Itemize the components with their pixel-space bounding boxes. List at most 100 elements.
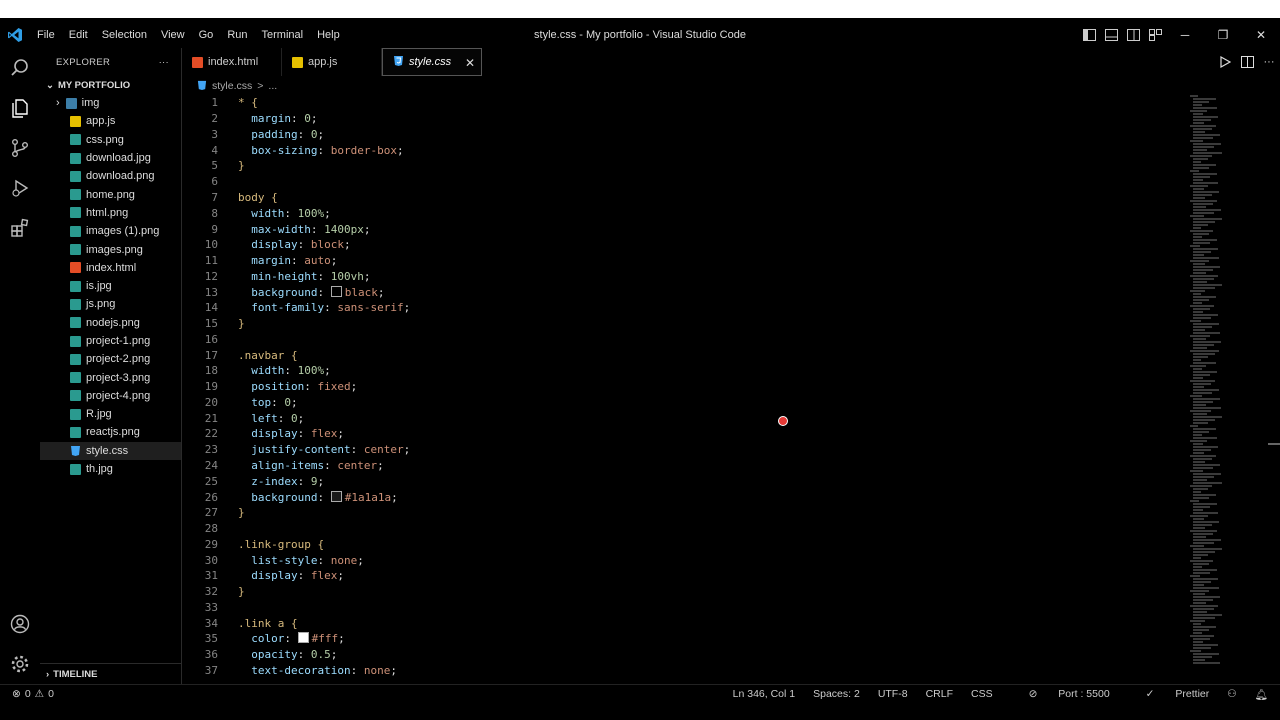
- manage-gear-icon[interactable]: [0, 644, 40, 684]
- tree-item[interactable]: project-2.png: [40, 350, 181, 368]
- run-debug-icon[interactable]: [0, 168, 40, 208]
- minimap-line: [1193, 167, 1209, 169]
- line-number: 12: [204, 269, 218, 283]
- code-line: 13 background: black;: [182, 284, 1182, 300]
- tree-item[interactable]: project-3.png: [40, 368, 181, 386]
- code-editor[interactable]: 1 * {2 margin: 0; 3 padding: 0; 4 box-sizin…: [182, 95, 1182, 684]
- language-mode[interactable]: CSS: [971, 688, 993, 700]
- close-window-button[interactable]: ✕: [1242, 22, 1280, 48]
- explorer-more-button[interactable]: ···: [159, 57, 169, 68]
- search-icon[interactable]: [0, 48, 40, 88]
- code-line: 5}: [182, 158, 1182, 174]
- tree-item[interactable]: images (1).png: [40, 222, 181, 240]
- accounts-icon[interactable]: [0, 604, 40, 644]
- feedback-icon[interactable]: ⚇: [1227, 688, 1236, 700]
- img-file-icon: [70, 408, 81, 420]
- minimap-line: [1193, 227, 1201, 229]
- tree-item[interactable]: home.png: [40, 185, 181, 203]
- timeline-section[interactable]: › TIMELINE: [40, 663, 181, 684]
- warning-count: 0: [48, 688, 54, 700]
- tree-item[interactable]: th.jpg: [40, 460, 181, 478]
- menu-go[interactable]: Go: [192, 29, 221, 41]
- minimap-line: [1193, 413, 1207, 415]
- tree-item[interactable]: › img: [40, 94, 181, 112]
- toggle-panel-icon[interactable]: [1100, 22, 1122, 48]
- restore-button[interactable]: ❐: [1204, 22, 1242, 48]
- toggle-primary-sidebar-icon[interactable]: [1078, 22, 1100, 48]
- more-actions-icon[interactable]: ···: [1258, 49, 1280, 75]
- cursor-position[interactable]: Ln 346, Col 1: [733, 688, 795, 700]
- code-line: 27}: [182, 505, 1182, 521]
- code-text: left: 0;: [251, 411, 305, 425]
- tree-item[interactable]: project-1.png: [40, 332, 181, 350]
- tree-item[interactable]: html.png: [40, 204, 181, 222]
- minimap-line: [1193, 323, 1219, 325]
- workspace-folder[interactable]: ⌄ MY PORTFOLIO: [40, 76, 181, 94]
- encoding[interactable]: UTF-8: [878, 688, 908, 700]
- tree-item[interactable]: project-4.png: [40, 387, 181, 405]
- prettier-status[interactable]: ✓ Prettier: [1128, 688, 1210, 700]
- minimap-line: [1193, 509, 1203, 511]
- menu-help[interactable]: Help: [310, 29, 347, 41]
- tree-item[interactable]: app.js: [40, 112, 181, 130]
- menu-edit[interactable]: Edit: [62, 29, 95, 41]
- tree-item[interactable]: nodejs.png: [40, 314, 181, 332]
- breadcrumb-symbols[interactable]: ...: [268, 80, 277, 92]
- code-text: display: flex;: [251, 569, 344, 583]
- explorer-title: EXPLORER: [56, 56, 111, 68]
- indentation[interactable]: Spaces: 2: [813, 688, 860, 700]
- minimap[interactable]: [1190, 95, 1250, 684]
- minimap-line: [1193, 287, 1215, 289]
- line-number: 4: [211, 143, 218, 157]
- minimap-line: [1193, 311, 1203, 313]
- live-server-port-label: Port : 5500: [1058, 688, 1110, 700]
- extensions-icon[interactable]: [0, 208, 40, 248]
- tree-item[interactable]: images.png: [40, 240, 181, 258]
- tree-item[interactable]: css.png: [40, 131, 181, 149]
- line-number: 29: [204, 537, 218, 551]
- error-count: 0: [24, 688, 31, 700]
- source-control-icon[interactable]: [0, 128, 40, 168]
- scrollbar-thumb[interactable]: [1268, 443, 1280, 445]
- menu-view[interactable]: View: [154, 29, 192, 41]
- toggle-secondary-sidebar-icon[interactable]: [1122, 22, 1144, 48]
- minimap-line: [1193, 407, 1221, 409]
- problems-indicator[interactable]: ⊗ 0 ⚠ 0: [0, 688, 54, 700]
- breadcrumb-file[interactable]: style.css: [212, 80, 252, 92]
- end-of-line[interactable]: CRLF: [926, 688, 953, 700]
- tree-item[interactable]: is.jpg: [40, 277, 181, 295]
- run-code-icon[interactable]: [1214, 49, 1236, 75]
- tree-item[interactable]: download.png: [40, 167, 181, 185]
- tab-index-html[interactable]: index.html: [182, 48, 282, 76]
- close-tab-icon[interactable]: ✕: [465, 56, 475, 70]
- menu-terminal[interactable]: Terminal: [255, 29, 311, 41]
- tree-item[interactable]: index.html: [40, 259, 181, 277]
- tree-item[interactable]: R.jpg: [40, 405, 181, 423]
- html-file-icon: [70, 262, 81, 274]
- explorer-icon[interactable]: [0, 88, 40, 128]
- split-editor-icon[interactable]: [1236, 49, 1258, 75]
- live-server-port[interactable]: ⊘ Port : 5500: [1011, 688, 1110, 700]
- minimap-line: [1193, 638, 1210, 640]
- tree-item[interactable]: reactjs.png: [40, 423, 181, 441]
- customize-layout-icon[interactable]: [1144, 22, 1166, 48]
- minimap-line: [1193, 329, 1205, 331]
- tree-item[interactable]: js.png: [40, 295, 181, 313]
- minimap-line: [1190, 380, 1215, 382]
- tree-item-label: html.png: [86, 206, 129, 219]
- minimap-line: [1193, 383, 1211, 385]
- menu-run[interactable]: Run: [220, 29, 254, 41]
- tab-app-js[interactable]: app.js: [282, 48, 382, 76]
- minimap-line: [1193, 338, 1206, 340]
- minimap-line: [1193, 488, 1208, 490]
- tab-style-css[interactable]: style.css ✕: [382, 48, 482, 76]
- notifications-bell-icon[interactable]: 🔔︎: [1255, 688, 1268, 701]
- css-file-icon: [393, 55, 404, 69]
- minimap-line: [1193, 659, 1205, 661]
- menu-selection[interactable]: Selection: [95, 29, 154, 41]
- tree-item[interactable]: download.jpg: [40, 149, 181, 167]
- tree-item[interactable]: style.css: [40, 441, 181, 460]
- menu-file[interactable]: File: [30, 29, 62, 41]
- code-text: top: 0;: [251, 395, 298, 409]
- minimize-button[interactable]: ─: [1166, 22, 1204, 48]
